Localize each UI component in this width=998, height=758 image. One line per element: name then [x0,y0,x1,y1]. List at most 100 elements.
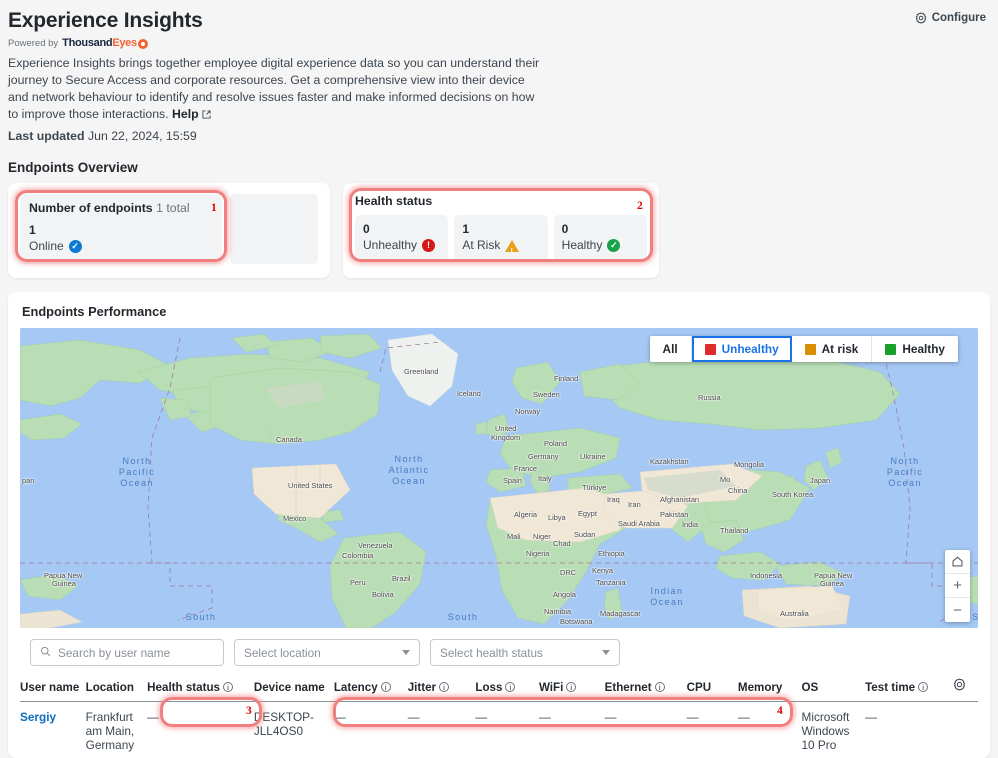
powered-by-label: Powered by [8,37,59,49]
col-cpu[interactable]: CPU [687,678,738,702]
col-latency[interactable]: Latency i [334,678,408,702]
healthy-count: 0 [561,222,569,237]
map-controls: + − [945,550,970,623]
number-of-endpoints-card: Number of endpoints 1 total 1 Online ✓ [8,183,330,279]
online-status: Online ✓ [29,238,213,255]
gear-icon [953,678,966,694]
cell-jitter: — [407,710,420,725]
cell-memory: — [737,710,750,725]
at-risk-swatch-icon [804,343,816,355]
healthy-swatch-icon [885,343,897,355]
col-label: Ethernet [604,681,652,695]
info-icon[interactable]: i [505,682,516,693]
table-row[interactable]: Sergiy Frankfurt am Main, Germany — DESK… [20,702,978,758]
gear-icon [915,12,927,24]
cell-latency: — [333,710,346,725]
cell-wifi: — [538,710,551,725]
col-label: Device name [253,681,325,695]
endpoints-performance-title: Endpoints Performance [22,304,167,320]
table-header-row: User name Location Health status i Device… [20,678,978,702]
user-name-link[interactable]: Sergiy [20,710,56,724]
zoom-out-icon[interactable]: − [945,598,970,622]
endpoints-card-heading: Number of endpoints 1 total [29,201,213,215]
col-label: Location [85,681,134,695]
health-cell-at-risk[interactable]: 1 At Risk [454,215,548,263]
col-label: Memory [737,681,783,695]
health-status-select[interactable]: Select health status [430,639,620,667]
col-label: WiFi [538,681,564,695]
legend-button-at-risk[interactable]: At risk [791,336,873,363]
thousandeyes-logo: Thousand Eyes [62,37,148,50]
info-icon[interactable]: i [654,682,665,693]
search-icon [40,646,51,660]
col-health-status[interactable]: Health status i [147,678,254,702]
info-icon[interactable]: i [439,682,450,693]
overview-cards-row: Number of endpoints 1 total 1 Online ✓ H… [0,183,998,279]
col-test-time[interactable]: Test time i [865,678,953,702]
col-device-name[interactable]: Device name [254,678,334,702]
col-label: Loss [475,681,503,695]
powered-by: Powered by Thousand Eyes [8,37,984,50]
info-icon[interactable]: i [918,682,929,693]
configure-button[interactable]: Configure [915,12,986,24]
col-label: Health status [147,681,220,695]
col-user-name[interactable]: User name [20,678,86,702]
endpoints-card-subtitle: 1 total [156,201,190,216]
at-risk-count: 1 [462,222,470,237]
unhealthy-swatch-icon [704,343,716,355]
col-location[interactable]: Location [86,678,148,702]
col-ethernet[interactable]: Ethernet i [605,678,687,702]
last-updated: Last updated Jun 22, 2024, 15:59 [8,129,984,143]
endpoints-online-panel: Number of endpoints 1 total 1 Online ✓ [20,194,222,265]
page-title: Experience Insights [8,9,203,32]
endpoints-table: User name Location Health status i Device… [20,678,978,758]
cell-health-status: — [147,710,159,725]
health-status-grid: 0 Unhealthy ! 1 At Risk 0 Healthy ✓ [355,215,647,263]
cell-device-name: DESKTOP-JLL4OS0 [253,710,314,739]
info-icon[interactable]: i [566,682,577,693]
zoom-in-icon[interactable]: + [945,574,970,599]
home-icon[interactable] [945,550,970,575]
info-icon[interactable]: i [380,682,391,693]
online-label: Online [29,239,64,254]
location-placeholder: Select location [244,645,321,660]
endpoints-card-title: Number of endpoints [29,201,153,216]
table-settings-button[interactable] [953,678,978,702]
col-label: Test time [865,681,916,695]
unhealthy-count: 0 [363,222,370,237]
legend-button-all[interactable]: All [649,336,692,363]
healthy-label: Healthy [561,238,603,253]
legend-label-healthy: Healthy [902,342,945,357]
cell-loss: — [475,710,488,725]
health-cell-healthy[interactable]: 0 Healthy ✓ [553,215,647,263]
col-jitter[interactable]: Jitter i [408,678,476,702]
col-wifi[interactable]: WiFi i [539,678,605,702]
col-memory[interactable]: Memory [738,678,802,702]
last-updated-value: Jun 22, 2024, 15:59 [87,129,197,144]
intro-text: Experience Insights brings together empl… [8,56,540,122]
table-filters: Search by user name Select location Sele… [30,639,968,667]
legend-button-healthy[interactable]: Healthy [872,336,958,363]
configure-label: Configure [931,12,986,24]
table-body: Sergiy Frankfurt am Main, Germany — DESK… [20,702,978,758]
online-count: 1 [29,223,36,238]
world-map[interactable]: North Pacific Ocean North Atlantic Ocean… [20,328,978,629]
endpoints-performance-panel: Endpoints Performance North Pacific Ocea… [8,292,990,758]
col-os[interactable]: OS [802,678,866,702]
cell-location: Frankfurt am Main, Germany [85,710,135,753]
cell-test-time: — [865,710,877,725]
info-icon[interactable]: i [222,682,233,693]
at-risk-label: At Risk [462,238,501,253]
health-cell-unhealthy[interactable]: 0 Unhealthy ! [355,215,449,263]
legend-label-at-risk: At risk [821,342,859,357]
location-select[interactable]: Select location [234,639,420,667]
cell-cpu: — [686,710,699,725]
col-loss[interactable]: Loss i [475,678,539,702]
legend-label-unhealthy: Unhealthy [721,342,779,357]
search-input[interactable]: Search by user name [30,639,224,667]
help-link[interactable]: Help [172,107,199,121]
warning-triangle-icon [505,239,520,260]
legend-button-unhealthy[interactable]: Unhealthy [691,336,792,363]
legend-label-all: All [662,342,678,357]
endpoints-overview-title: Endpoints Overview [8,160,138,176]
